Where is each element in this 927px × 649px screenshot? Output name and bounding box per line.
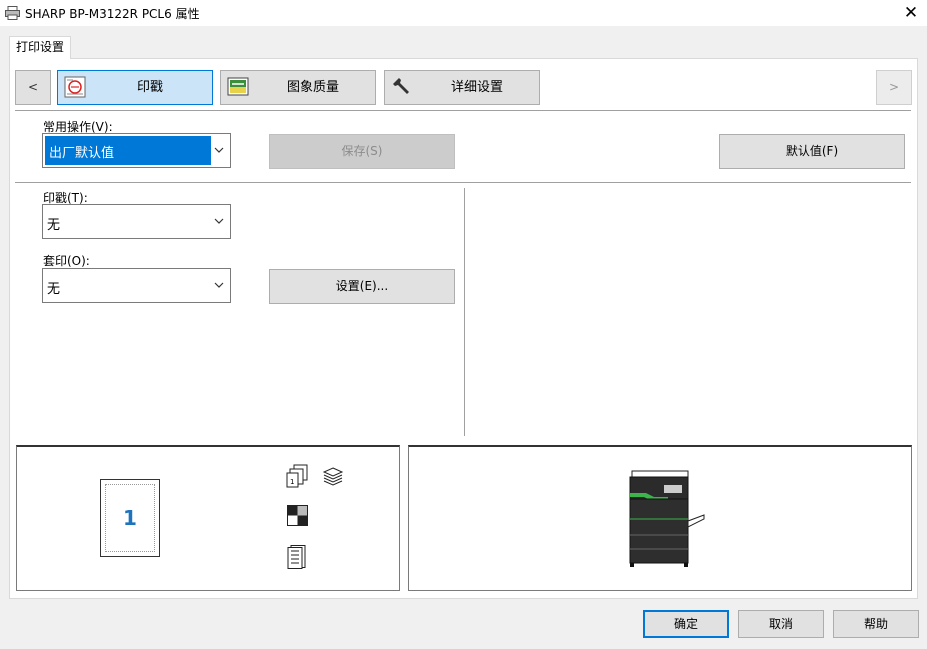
close-button[interactable]: ✕	[897, 2, 925, 24]
common-ops-value: 出厂默认值	[49, 146, 115, 161]
svg-text:1: 1	[290, 478, 294, 486]
cancel-button[interactable]: 取消	[738, 610, 824, 638]
chevron-down-icon	[214, 282, 224, 288]
category-detailed-settings-label: 详细设置	[450, 80, 503, 95]
black-white-mode-icon	[287, 505, 308, 526]
category-image-quality-label: 图象质量	[286, 80, 339, 95]
vertical-divider	[464, 188, 465, 436]
ok-button[interactable]: 确定	[643, 610, 729, 638]
category-detailed-settings-button[interactable]: 详细设置	[384, 70, 540, 105]
scroll-left-button[interactable]: <	[15, 70, 51, 105]
paper-stack-icon	[322, 467, 344, 486]
overlay-value: 无	[47, 282, 61, 297]
category-image-quality-button[interactable]: 图象质量	[220, 70, 376, 105]
stamp-value: 无	[47, 218, 61, 233]
stamp-dropdown[interactable]: 无	[42, 204, 231, 239]
image-quality-icon	[227, 77, 249, 96]
overlay-label: 套印(O):	[43, 254, 90, 268]
wrench-icon	[393, 78, 409, 94]
overlay-settings-button[interactable]: 设置(E)...	[269, 269, 455, 304]
page-number: 1	[123, 506, 137, 530]
chevron-down-icon	[214, 218, 224, 224]
separator	[15, 110, 911, 111]
save-button[interactable]: 保存(S)	[269, 134, 455, 169]
help-button[interactable]: 帮助	[833, 610, 919, 638]
window-title: SHARP BP-M3122R PCL6 属性	[25, 7, 200, 21]
collate-icon: 1	[286, 464, 308, 488]
booklet-icon	[287, 545, 306, 569]
category-stamp-label: 印戳	[136, 80, 163, 95]
chevron-down-icon	[214, 147, 224, 153]
category-stamp-button[interactable]: 印戳	[57, 70, 213, 105]
scroll-right-button[interactable]: >	[876, 70, 912, 105]
defaults-button[interactable]: 默认值(F)	[719, 134, 905, 169]
common-ops-dropdown[interactable]: 出厂默认值	[42, 133, 231, 168]
separator	[15, 182, 911, 183]
printer-device-icon	[629, 470, 705, 567]
printer-icon	[5, 6, 20, 20]
stamp-icon	[64, 76, 86, 98]
tab-print-settings[interactable]: 打印设置	[9, 36, 71, 59]
overlay-dropdown[interactable]: 无	[42, 268, 231, 303]
